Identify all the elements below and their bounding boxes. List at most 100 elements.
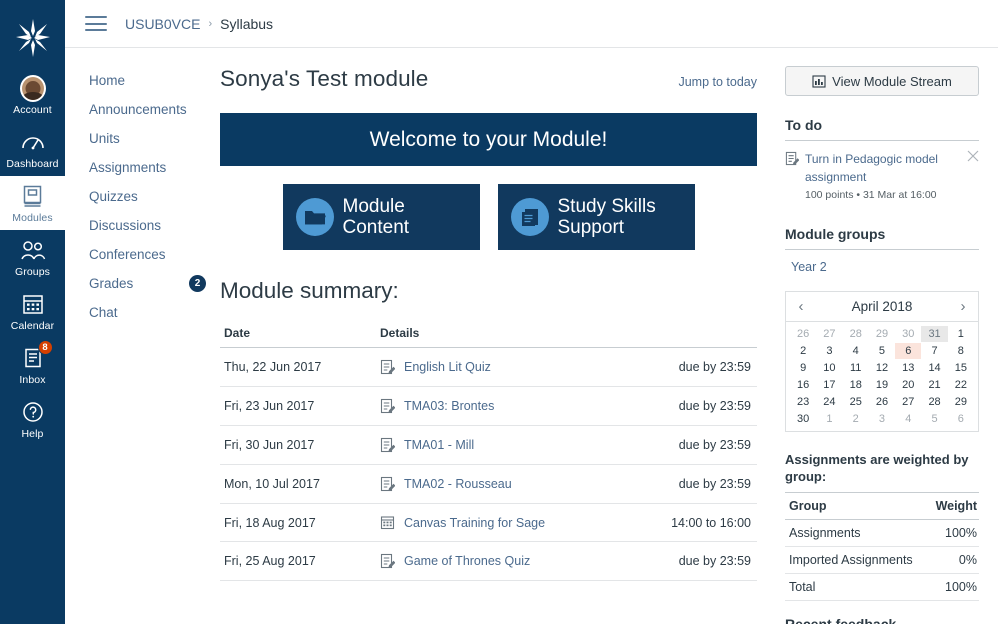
row-title-link[interactable]: English Lit Quiz [404,360,491,374]
row-due: due by 23:59 [629,464,757,504]
course-nav-conferences[interactable]: Conferences [89,240,220,269]
tile-label: Study Skills Support [558,196,656,238]
calendar-month-label: April 2018 [851,299,913,314]
course-nav-quizzes[interactable]: Quizzes [89,182,220,211]
stream-chart-icon [812,74,826,88]
calendar-day[interactable]: 16 [790,377,816,393]
calendar-day[interactable]: 4 [843,343,869,359]
course-nav-discussions[interactable]: Discussions [89,211,220,240]
global-nav-dashboard[interactable]: Dashboard [0,122,65,176]
calendar-day[interactable]: 23 [790,394,816,410]
weights-group: Assignments [785,519,927,547]
course-nav-chat[interactable]: Chat [89,298,220,327]
calendar-day[interactable]: 13 [895,360,921,376]
calendar-day[interactable]: 25 [843,394,869,410]
calendar-day[interactable]: 10 [816,360,842,376]
calendar-day[interactable]: 1 [948,326,974,342]
row-title-link[interactable]: TMA03: Brontes [404,399,494,413]
dashboard-icon [20,129,46,155]
mini-calendar: ‹ April 2018 › 26 27 28 29 30 31 1 2 3 4… [785,291,979,432]
row-title-link[interactable]: TMA01 - Mill [404,438,474,452]
calendar-day[interactable]: 5 [869,343,895,359]
chevron-right-icon[interactable]: › [948,299,978,314]
jump-to-today-link[interactable]: Jump to today [678,75,757,89]
calendar-day[interactable]: 14 [921,360,947,376]
calendar-day[interactable]: 3 [869,411,895,427]
todo-body: Turn in Pedagogic model assignment 100 p… [805,150,979,201]
calendar-day[interactable]: 3 [816,343,842,359]
calendar-day[interactable]: 28 [843,326,869,342]
canvas-logo-icon[interactable] [0,8,65,68]
grades-count-badge: 2 [189,275,206,292]
calendar-day[interactable]: 18 [843,377,869,393]
global-nav-groups[interactable]: Groups [0,230,65,284]
calendar-day[interactable]: 24 [816,394,842,410]
column-header-details: Details [370,326,757,348]
calendar-day[interactable]: 22 [948,377,974,393]
course-nav-label: Chat [89,305,118,320]
calendar-day-today[interactable]: 31 [921,325,948,342]
calendar-day[interactable]: 15 [948,360,974,376]
tile-module-content[interactable]: Module Content [282,184,480,250]
tile-study-skills-support[interactable]: Study Skills Support [497,184,695,250]
page-title: Sonya's Test module [220,66,429,91]
calendar-day[interactable]: 29 [948,394,974,410]
hamburger-menu-icon[interactable] [85,16,107,31]
global-nav-help[interactable]: Help [0,392,65,446]
calendar-day[interactable]: 1 [816,411,842,427]
calendar-day-event[interactable]: 6 [895,342,922,359]
calendar-day[interactable]: 8 [948,343,974,359]
calendar-day[interactable]: 17 [816,377,842,393]
row-title-link[interactable]: TMA02 - Rousseau [404,477,512,491]
calendar-day[interactable]: 2 [790,343,816,359]
calendar-grid: 26 27 28 29 30 31 1 2 3 4 5 6 7 8 9 10 1… [786,322,978,431]
calendar-day[interactable]: 26 [869,394,895,410]
calendar-day[interactable]: 30 [790,411,816,427]
calendar-day[interactable]: 11 [843,360,869,376]
course-nav-assignments[interactable]: Assignments [89,153,220,182]
course-nav-grades[interactable]: Grades 2 [89,269,220,298]
calendar-day[interactable]: 29 [869,326,895,342]
course-nav-home[interactable]: Home [89,66,220,95]
calendar-day[interactable]: 30 [895,326,921,342]
row-date: Fri, 23 Jun 2017 [220,386,370,426]
tile-line1: Module [342,196,405,217]
global-nav-account[interactable]: Account [0,68,65,122]
calendar-day[interactable]: 9 [790,360,816,376]
global-nav-calendar[interactable]: Calendar [0,284,65,338]
breadcrumb-course-link[interactable]: USUB0VCE [125,16,200,32]
module-group-link[interactable]: Year 2 [785,250,979,274]
calendar-day[interactable]: 26 [790,326,816,342]
calendar-day[interactable]: 20 [895,377,921,393]
course-nav-label: Announcements [89,102,187,117]
calendar-day[interactable]: 27 [816,326,842,342]
row-title-link[interactable]: Canvas Training for Sage [404,516,545,530]
close-icon[interactable] [967,150,979,162]
row-title-link[interactable]: Game of Thrones Quiz [404,554,530,568]
main-wrapper: USUB0VCE › Syllabus Home Announcements U… [65,0,998,624]
course-nav-announcements[interactable]: Announcements [89,95,220,124]
table-row: Fri, 25 Aug 2017 Game of Thrones Quiz du… [220,541,757,581]
course-nav-units[interactable]: Units [89,124,220,153]
course-nav-label: Discussions [89,218,162,233]
calendar-day[interactable]: 12 [869,360,895,376]
weights-group: Imported Assignments [785,546,927,574]
calendar-day[interactable]: 6 [948,411,974,427]
todo-title-link[interactable]: Turn in Pedagogic model assignment [805,152,938,184]
calendar-day[interactable]: 7 [921,343,947,359]
global-nav-inbox[interactable]: 8 Inbox [0,338,65,392]
calendar-day[interactable]: 19 [869,377,895,393]
calendar-day[interactable]: 21 [921,377,947,393]
calendar-day[interactable]: 4 [895,411,921,427]
row-details: Game of Thrones Quiz [370,541,630,581]
calendar-day[interactable]: 28 [921,394,947,410]
calendar-day[interactable]: 2 [843,411,869,427]
calendar-day[interactable]: 5 [921,411,947,427]
view-module-stream-button[interactable]: View Module Stream [785,66,979,96]
global-nav-modules[interactable]: Modules [0,176,65,230]
calendar-day[interactable]: 27 [895,394,921,410]
course-nav-label: Home [89,73,126,88]
row-date: Thu, 22 Jun 2017 [220,347,370,387]
chevron-left-icon[interactable]: ‹ [786,299,816,314]
calendar-icon [20,291,46,317]
